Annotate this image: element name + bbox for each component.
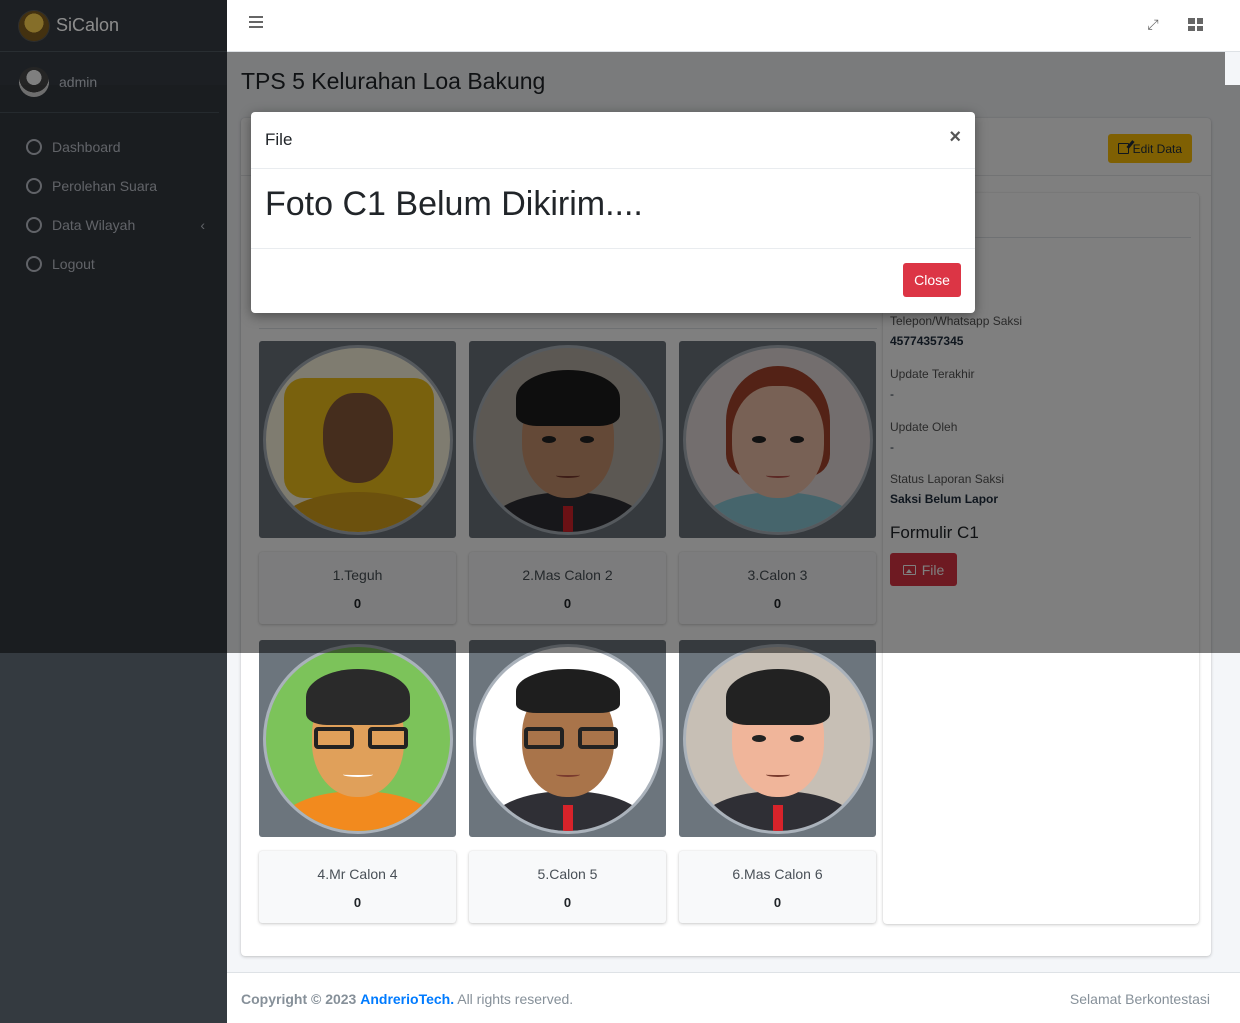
candidate-card: 4.Mr Calon 4 0 [259, 851, 456, 923]
avatar-hair [305, 668, 410, 725]
candidate-photo [679, 640, 876, 837]
candidate-avatar [262, 643, 453, 834]
menu-toggle-icon[interactable] [249, 16, 263, 28]
modal-title: File [265, 130, 293, 149]
modal-footer: Close [251, 249, 975, 312]
top-navbar: ⤢ [227, 0, 1240, 52]
avatar-glasses [523, 726, 618, 749]
modal-message: Foto C1 Belum Dikirim.... [265, 185, 643, 223]
footer-copyright: Copyright © 2023 AndrerioTech. All right… [241, 991, 573, 1007]
avatar-hair [515, 668, 620, 713]
avatar-eye [751, 734, 766, 742]
modal-backdrop-top-left [0, 0, 227, 85]
avatar-mouth [765, 772, 790, 777]
candidate-avatar [682, 643, 873, 834]
candidate-card: 5.Calon 5 0 [469, 851, 666, 923]
rights-text: All rights reserved. [457, 991, 574, 1007]
candidate-votes: 0 [353, 895, 362, 910]
candidate-name: 6.Mas Calon 6 [732, 866, 823, 882]
copyright-text: Copyright © 2023 [241, 991, 357, 1007]
candidate-card: 6.Mas Calon 6 0 [679, 851, 876, 923]
candidate-photo [259, 640, 456, 837]
avatar-glasses [313, 726, 408, 749]
avatar-mouth [555, 772, 580, 777]
candidate-name: 4.Mr Calon 4 [317, 866, 398, 882]
company-link[interactable]: AndrerioTech. [360, 991, 454, 1007]
avatar-tie [772, 804, 783, 831]
candidate-votes: 0 [773, 895, 782, 910]
footer-tagline: Selamat Berkontestasi [1069, 991, 1210, 1007]
modal-backdrop-top [227, 52, 1225, 85]
avatar-hair [725, 668, 830, 725]
modal-header: File × [251, 112, 975, 169]
close-icon[interactable]: × [949, 126, 961, 149]
file-modal: File × Foto C1 Belum Dikirim.... Close [251, 112, 975, 313]
close-button[interactable]: Close [903, 263, 961, 297]
candidate-avatar [472, 643, 663, 834]
avatar-mouth [342, 772, 373, 777]
fullscreen-icon[interactable]: ⤢ [1146, 17, 1160, 31]
candidate-name: 5.Calon 5 [537, 866, 598, 882]
control-sidebar-icon[interactable] [1188, 18, 1203, 31]
candidate-votes: 0 [563, 895, 572, 910]
footer: Copyright © 2023 AndrerioTech. All right… [227, 972, 1240, 1023]
modal-body: Foto C1 Belum Dikirim.... [251, 169, 975, 249]
avatar-body [277, 790, 438, 831]
avatar-tie [562, 804, 573, 831]
candidate-photo [469, 640, 666, 837]
avatar-eye [789, 734, 804, 742]
